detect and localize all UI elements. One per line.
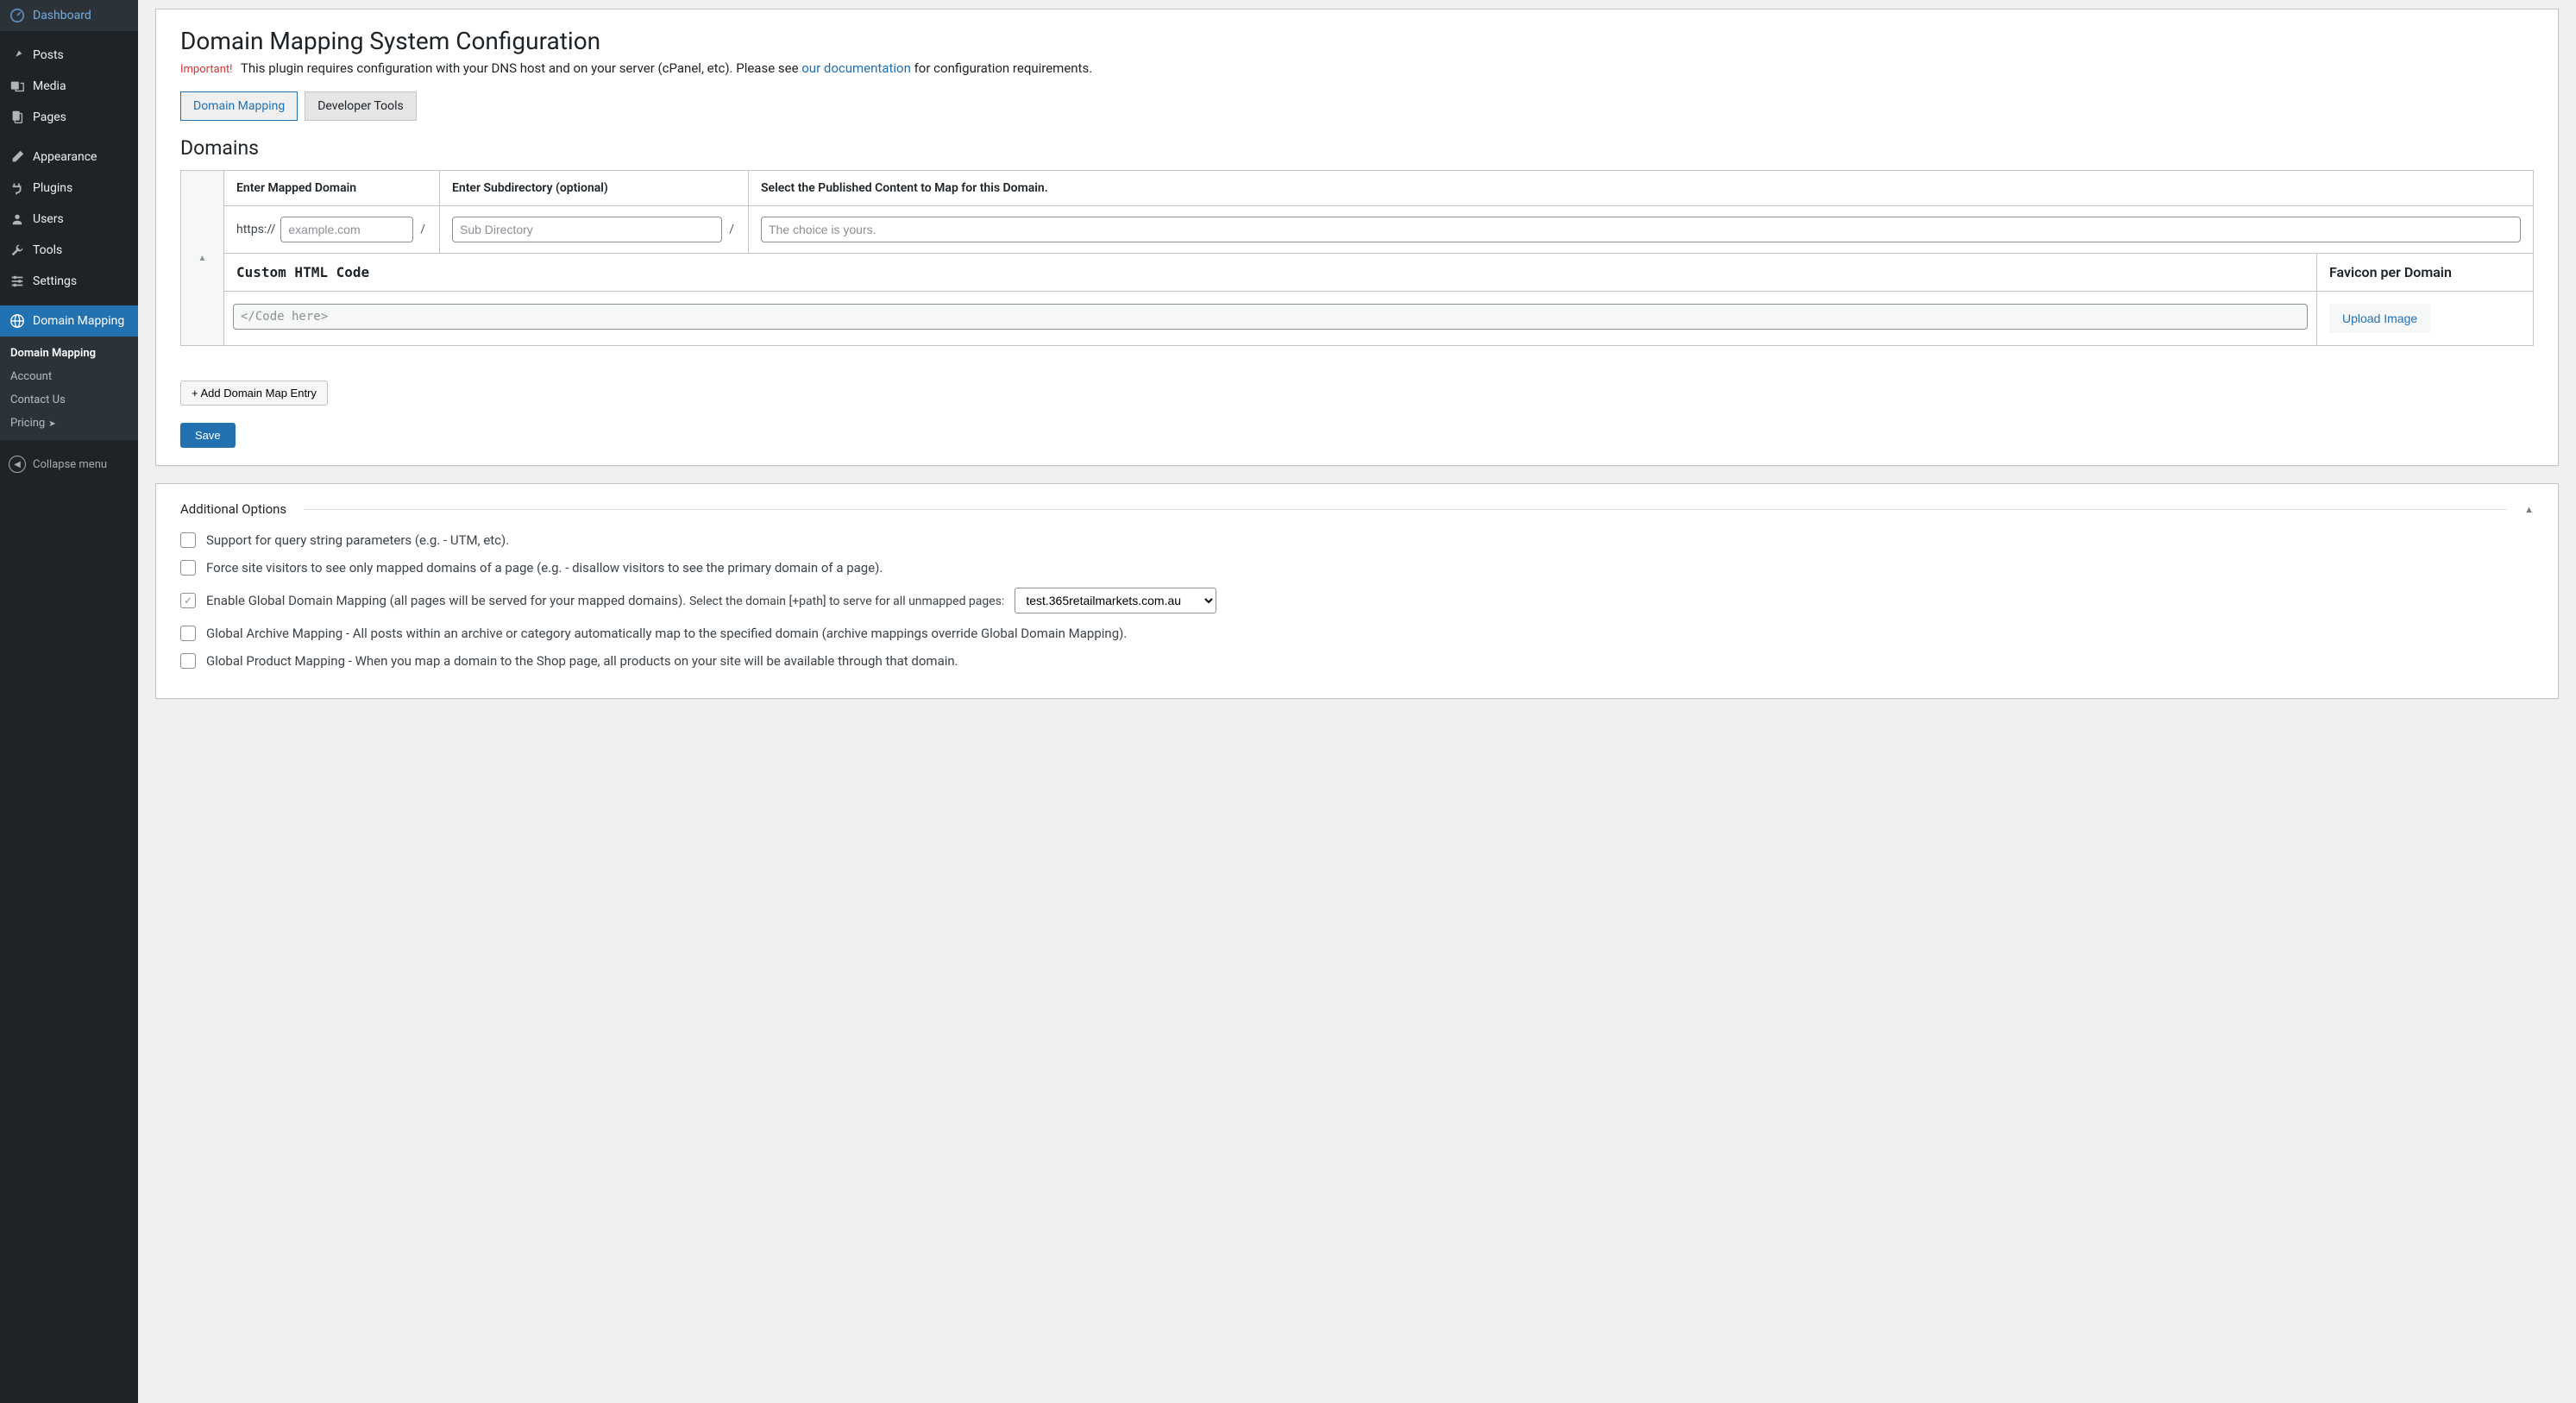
option-label: Global Product Mapping - When you map a … [206,653,958,669]
option-global-mapping: ✓ Enable Global Domain Mapping (all page… [180,588,2534,613]
sidebar-item-label: Plugins [33,181,72,195]
col-mapped-domain: Enter Mapped Domain [224,171,440,206]
option-archive-mapping: Global Archive Mapping - All posts withi… [180,626,2534,641]
option-label: Force site visitors to see only mapped d… [206,560,883,576]
divider [304,509,2507,510]
option-force-mapped: Force site visitors to see only mapped d… [180,560,2534,576]
option-product-mapping: Global Product Mapping - When you map a … [180,653,2534,669]
sidebar-item-tools[interactable]: Tools [0,235,138,266]
option-label: Enable Global Domain Mapping (all pages … [206,593,1004,608]
drag-handle[interactable]: ▲ [181,171,224,345]
pin-icon [9,47,26,64]
sidebar-item-label: Pages [33,110,66,124]
brush-icon [9,148,26,166]
pages-icon [9,109,26,126]
slash-divider: / [418,223,427,236]
plug-icon [9,179,26,197]
main-content: Domain Mapping System Configuration Impo… [138,0,2576,1403]
sidebar-item-label: Domain Mapping [33,314,124,328]
tab-developer-tools[interactable]: Developer Tools [305,91,417,121]
collapse-icon: ◀ [9,456,26,473]
sidebar-item-media[interactable]: Media [0,71,138,102]
additional-options-panel: Additional Options ▲ Support for query s… [155,483,2559,699]
global-domain-select[interactable]: test.365retailmarkets.com.au [1015,588,1216,613]
tabs: Domain Mapping Developer Tools [180,91,2534,121]
sidebar-item-label: Media [33,79,66,93]
config-panel: Domain Mapping System Configuration Impo… [155,9,2559,466]
arrow-right-icon: ➤ [48,419,55,429]
subdirectory-input[interactable] [452,217,722,242]
submenu-item-pricing[interactable]: Pricing➤ [0,412,138,435]
option-label: Support for query string parameters (e.g… [206,532,509,548]
submenu-item-contact-us[interactable]: Contact Us [0,388,138,412]
slash-divider: / [727,223,736,236]
tab-domain-mapping[interactable]: Domain Mapping [180,91,298,121]
add-domain-entry-button[interactable]: + Add Domain Map Entry [180,381,328,406]
col-favicon: Favicon per Domain [2317,254,2533,292]
content-select-input[interactable] [761,217,2521,242]
wrench-icon [9,242,26,259]
global-mapping-checkbox[interactable]: ✓ [180,593,196,608]
col-custom-html: Custom HTML Code [224,254,2317,292]
notice-line: Important! This plugin requires configur… [180,60,2534,76]
collapse-caret-icon[interactable]: ▲ [2524,504,2534,515]
col-subdirectory: Enter Subdirectory (optional) [440,171,749,206]
sidebar-item-users[interactable]: Users [0,204,138,235]
sidebar-item-label: Appearance [33,150,97,164]
domain-table: ▲ Enter Mapped Domain Enter Subdirectory… [180,170,2534,346]
domains-heading: Domains [180,136,2534,160]
sidebar-item-domain-mapping[interactable]: Domain Mapping [0,305,138,337]
sidebar-item-posts[interactable]: Posts [0,40,138,71]
save-button[interactable]: Save [180,423,236,448]
force-mapped-checkbox[interactable] [180,560,196,576]
media-icon [9,78,26,95]
sidebar-item-pages[interactable]: Pages [0,102,138,133]
upload-image-button[interactable]: Upload Image [2329,304,2430,333]
query-string-checkbox[interactable] [180,532,196,548]
important-label: Important! [180,63,232,76]
sidebar-item-label: Settings [33,274,77,288]
sliders-icon [9,273,26,290]
additional-options-title: Additional Options [180,501,286,517]
user-icon [9,211,26,228]
sidebar-item-appearance[interactable]: Appearance [0,142,138,173]
mapped-domain-input[interactable] [280,217,413,242]
sidebar-item-settings[interactable]: Settings [0,266,138,297]
sidebar-item-dashboard[interactable]: Dashboard [0,0,138,31]
submenu-item-account[interactable]: Account [0,365,138,388]
protocol-label: https:// [236,223,275,236]
sidebar-item-label: Tools [33,243,62,257]
sidebar-item-label: Dashboard [33,9,91,22]
product-mapping-checkbox[interactable] [180,653,196,669]
dashboard-icon [9,7,26,24]
sidebar-submenu: Domain Mapping Account Contact Us Pricin… [0,337,138,440]
option-query-string: Support for query string parameters (e.g… [180,532,2534,548]
notice-after: for configuration requirements. [911,60,1092,76]
documentation-link[interactable]: our documentation [801,60,911,76]
admin-sidebar: Dashboard Posts Media Pages Appearance P… [0,0,138,1403]
custom-html-input[interactable] [233,304,2308,330]
sidebar-item-label: Users [33,212,64,226]
collapse-menu-button[interactable]: ◀ Collapse menu [0,449,138,480]
col-content: Select the Published Content to Map for … [749,171,2533,206]
sidebar-item-plugins[interactable]: Plugins [0,173,138,204]
collapse-label: Collapse menu [33,458,107,471]
page-title: Domain Mapping System Configuration [180,27,2534,55]
globe-icon [9,312,26,330]
notice-text: This plugin requires configuration with … [241,60,801,76]
archive-mapping-checkbox[interactable] [180,626,196,641]
sidebar-item-label: Posts [33,48,64,62]
submenu-item-domain-mapping[interactable]: Domain Mapping [0,342,138,365]
option-label: Global Archive Mapping - All posts withi… [206,626,1127,641]
